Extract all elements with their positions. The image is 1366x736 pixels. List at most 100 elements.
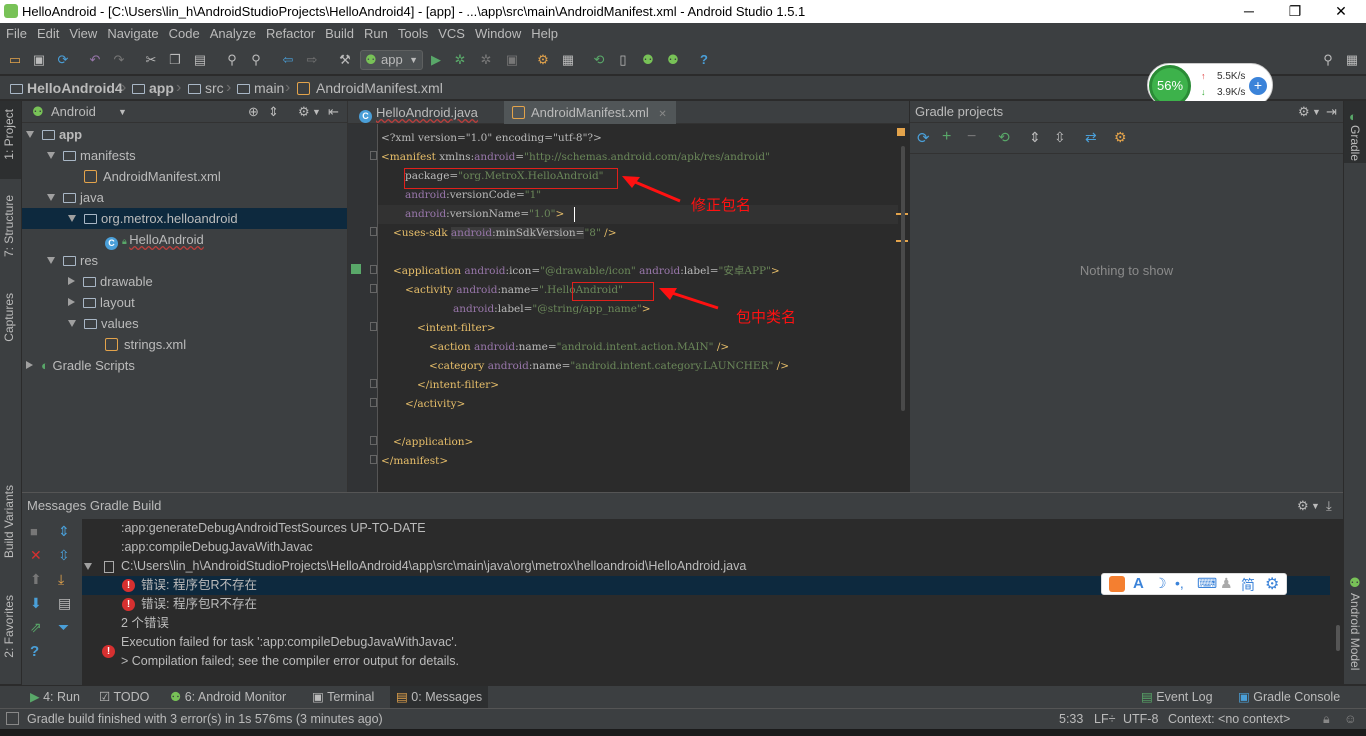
code-line[interactable]: <uses-sdk android:minSdkVersion="8" /> bbox=[381, 224, 617, 243]
menu-view[interactable]: View bbox=[64, 23, 102, 45]
offline-mode-icon[interactable]: ⇄ bbox=[1085, 129, 1097, 146]
status-message[interactable]: Gradle build finished with 3 error(s) in… bbox=[27, 709, 383, 729]
structure-tool-tab[interactable]: 7: Structure bbox=[2, 195, 16, 257]
code-line[interactable]: android:label="@string/app_name"> bbox=[381, 300, 651, 319]
message-row[interactable]: ! 错误: 程序包R不存在 bbox=[82, 595, 1330, 614]
stop-icon[interactable]: ▣ bbox=[504, 52, 520, 68]
gradle-tool-tab[interactable]: Gradle bbox=[1348, 125, 1362, 161]
stop-icon[interactable]: ■ bbox=[30, 524, 38, 539]
menu-edit[interactable]: Edit bbox=[32, 23, 64, 45]
menu-analyze[interactable]: Analyze bbox=[205, 23, 261, 45]
menu-code[interactable]: Code bbox=[164, 23, 205, 45]
sync-icon[interactable]: ⟳ bbox=[55, 52, 71, 68]
collapse-all-icon[interactable]: ⇕ bbox=[268, 101, 279, 123]
gradle-console-tool-tab[interactable]: ▣ Gradle Console bbox=[1238, 686, 1340, 709]
open-folder-icon[interactable]: ▭ bbox=[7, 52, 23, 68]
messages-tool-tab[interactable]: ▤ 0: Messages bbox=[390, 686, 489, 709]
captures-tool-tab[interactable]: Captures bbox=[2, 293, 16, 342]
code-line[interactable]: <application android:icon="@drawable/ico… bbox=[381, 262, 780, 281]
forward-icon[interactable]: ⇨ bbox=[304, 52, 320, 68]
search-everywhere-icon[interactable]: ⚲ bbox=[1320, 52, 1336, 68]
tree-item[interactable]: org.metrox.helloandroid bbox=[22, 208, 347, 229]
project-view-select[interactable]: Android bbox=[51, 101, 96, 123]
save-icon[interactable]: ▣ bbox=[31, 52, 47, 68]
chevron-down-icon[interactable]: ▼ bbox=[118, 101, 127, 123]
project-tool-tab[interactable]: 1: Project bbox=[2, 109, 16, 160]
tree-item[interactable]: C 🔒︎ HelloAndroid bbox=[22, 229, 347, 250]
device-monitor-icon[interactable]: ⚉ bbox=[665, 52, 681, 68]
code-line[interactable]: <category android:name="android.intent.c… bbox=[381, 357, 789, 376]
code-line[interactable]: <action android:name="android.intent.act… bbox=[381, 338, 729, 357]
file-encoding[interactable]: UTF-8 bbox=[1123, 709, 1158, 729]
tab-helloandroid-java[interactable]: CHelloAndroid.java ✕ bbox=[351, 101, 501, 143]
breadcrumb-main[interactable]: main bbox=[237, 76, 284, 100]
code-line[interactable]: </application> bbox=[381, 433, 473, 452]
collapse-all-icon[interactable]: ⇳ bbox=[1054, 129, 1066, 146]
settings-icon[interactable]: ⚙ bbox=[1297, 493, 1309, 519]
chevron-down-icon[interactable] bbox=[84, 563, 92, 570]
menu-run[interactable]: Run bbox=[359, 23, 393, 45]
messages-scrollbar[interactable] bbox=[1336, 625, 1340, 651]
chevron-down-icon[interactable] bbox=[47, 152, 55, 159]
refresh-icon[interactable]: ⟳ bbox=[917, 129, 930, 147]
build-variants-tool-tab[interactable]: Build Variants bbox=[2, 485, 16, 558]
open-file-icon[interactable]: ⇗ bbox=[30, 619, 42, 636]
menu-refactor[interactable]: Refactor bbox=[261, 23, 320, 45]
line-separator[interactable]: LF÷ bbox=[1094, 709, 1115, 729]
code-line[interactable]: </manifest> bbox=[381, 452, 448, 471]
favorites-tool-tab[interactable]: 2: Favorites bbox=[2, 595, 16, 658]
chevron-right-icon[interactable] bbox=[68, 298, 75, 306]
menu-window[interactable]: Window bbox=[470, 23, 526, 45]
todo-tool-tab[interactable]: ☑ TODO bbox=[99, 686, 149, 709]
hide-panel-icon[interactable]: ⇤ bbox=[328, 101, 339, 123]
layout-icon[interactable]: ▦ bbox=[1344, 52, 1360, 68]
tree-item[interactable]: layout bbox=[22, 292, 347, 313]
debug-icon[interactable]: ✲ bbox=[452, 52, 468, 68]
chevron-down-icon[interactable]: ▼ bbox=[1311, 493, 1320, 519]
message-row[interactable]: :app:compileDebugJavaWithJavac bbox=[82, 538, 1330, 557]
help-icon[interactable]: ? bbox=[696, 52, 712, 68]
make-project-icon[interactable]: ⚒ bbox=[337, 52, 353, 68]
close-button[interactable]: ✕ bbox=[1318, 0, 1364, 23]
settings-icon[interactable]: ⚙ bbox=[298, 101, 310, 123]
chevron-right-icon[interactable] bbox=[68, 277, 75, 285]
breadcrumb-app[interactable]: app bbox=[132, 76, 174, 100]
context-indicator[interactable]: Context: <no context> bbox=[1168, 709, 1290, 729]
android-monitor-tool-tab[interactable]: ⚉ 6: Android Monitor bbox=[170, 686, 286, 709]
user-icon[interactable]: ♟ bbox=[1220, 575, 1233, 592]
menu-tools[interactable]: Tools bbox=[393, 23, 433, 45]
tree-item[interactable]: app bbox=[22, 124, 347, 145]
inspector-icon[interactable]: ☺ bbox=[1344, 709, 1357, 729]
run-configuration-select[interactable]: ⚉ app ▼ bbox=[360, 50, 423, 70]
close-icon[interactable]: ✕ bbox=[30, 547, 42, 564]
restore-button[interactable]: ❐ bbox=[1272, 0, 1318, 23]
tree-item[interactable]: values bbox=[22, 313, 347, 334]
code-line[interactable]: <?xml version="1.0" encoding="utf-8"?> bbox=[381, 129, 602, 148]
remove-icon[interactable]: − bbox=[967, 128, 976, 146]
add-icon[interactable]: + bbox=[942, 128, 951, 146]
show-output-icon[interactable]: ▤ bbox=[58, 595, 71, 612]
tree-item[interactable]: strings.xml bbox=[22, 334, 347, 355]
run-tool-tab[interactable]: ▶ 4: Run bbox=[30, 686, 80, 709]
expand-all-icon[interactable]: ⇕ bbox=[58, 523, 70, 540]
code-line[interactable]: android:versionName="1.0"> bbox=[378, 205, 898, 224]
message-row[interactable]: :app:generateDebugAndroidTestSources UP-… bbox=[82, 519, 1330, 538]
attach-debugger-icon[interactable]: ✲ bbox=[478, 52, 494, 68]
menu-file[interactable]: File bbox=[0, 23, 32, 45]
find-icon[interactable]: ⚲ bbox=[224, 52, 240, 68]
copy-icon[interactable]: ❐ bbox=[167, 52, 183, 68]
help-icon[interactable]: ? bbox=[30, 643, 39, 660]
event-log-tool-tab[interactable]: ▤ Event Log bbox=[1141, 686, 1213, 709]
settings-icon[interactable]: ⚙ bbox=[1298, 101, 1310, 123]
code-line[interactable]: </activity> bbox=[381, 395, 465, 414]
chevron-down-icon[interactable] bbox=[68, 215, 76, 222]
keyboard-icon[interactable]: ⌨ bbox=[1197, 575, 1217, 592]
avd-manager-icon[interactable]: ▯ bbox=[615, 52, 631, 68]
message-row[interactable]: > Compilation failed; see the compiler e… bbox=[82, 652, 1330, 671]
code-line[interactable]: <manifest xmlns:android="http://schemas.… bbox=[381, 148, 770, 167]
tree-item[interactable]: manifests bbox=[22, 145, 347, 166]
caret-position[interactable]: 5:33 bbox=[1059, 709, 1083, 729]
simplified-chinese-toggle[interactable]: 简 bbox=[1241, 575, 1255, 595]
inspection-status-icon[interactable] bbox=[897, 128, 905, 136]
message-row[interactable]: ! Execution failed for task ':app:compile… bbox=[82, 633, 1330, 658]
